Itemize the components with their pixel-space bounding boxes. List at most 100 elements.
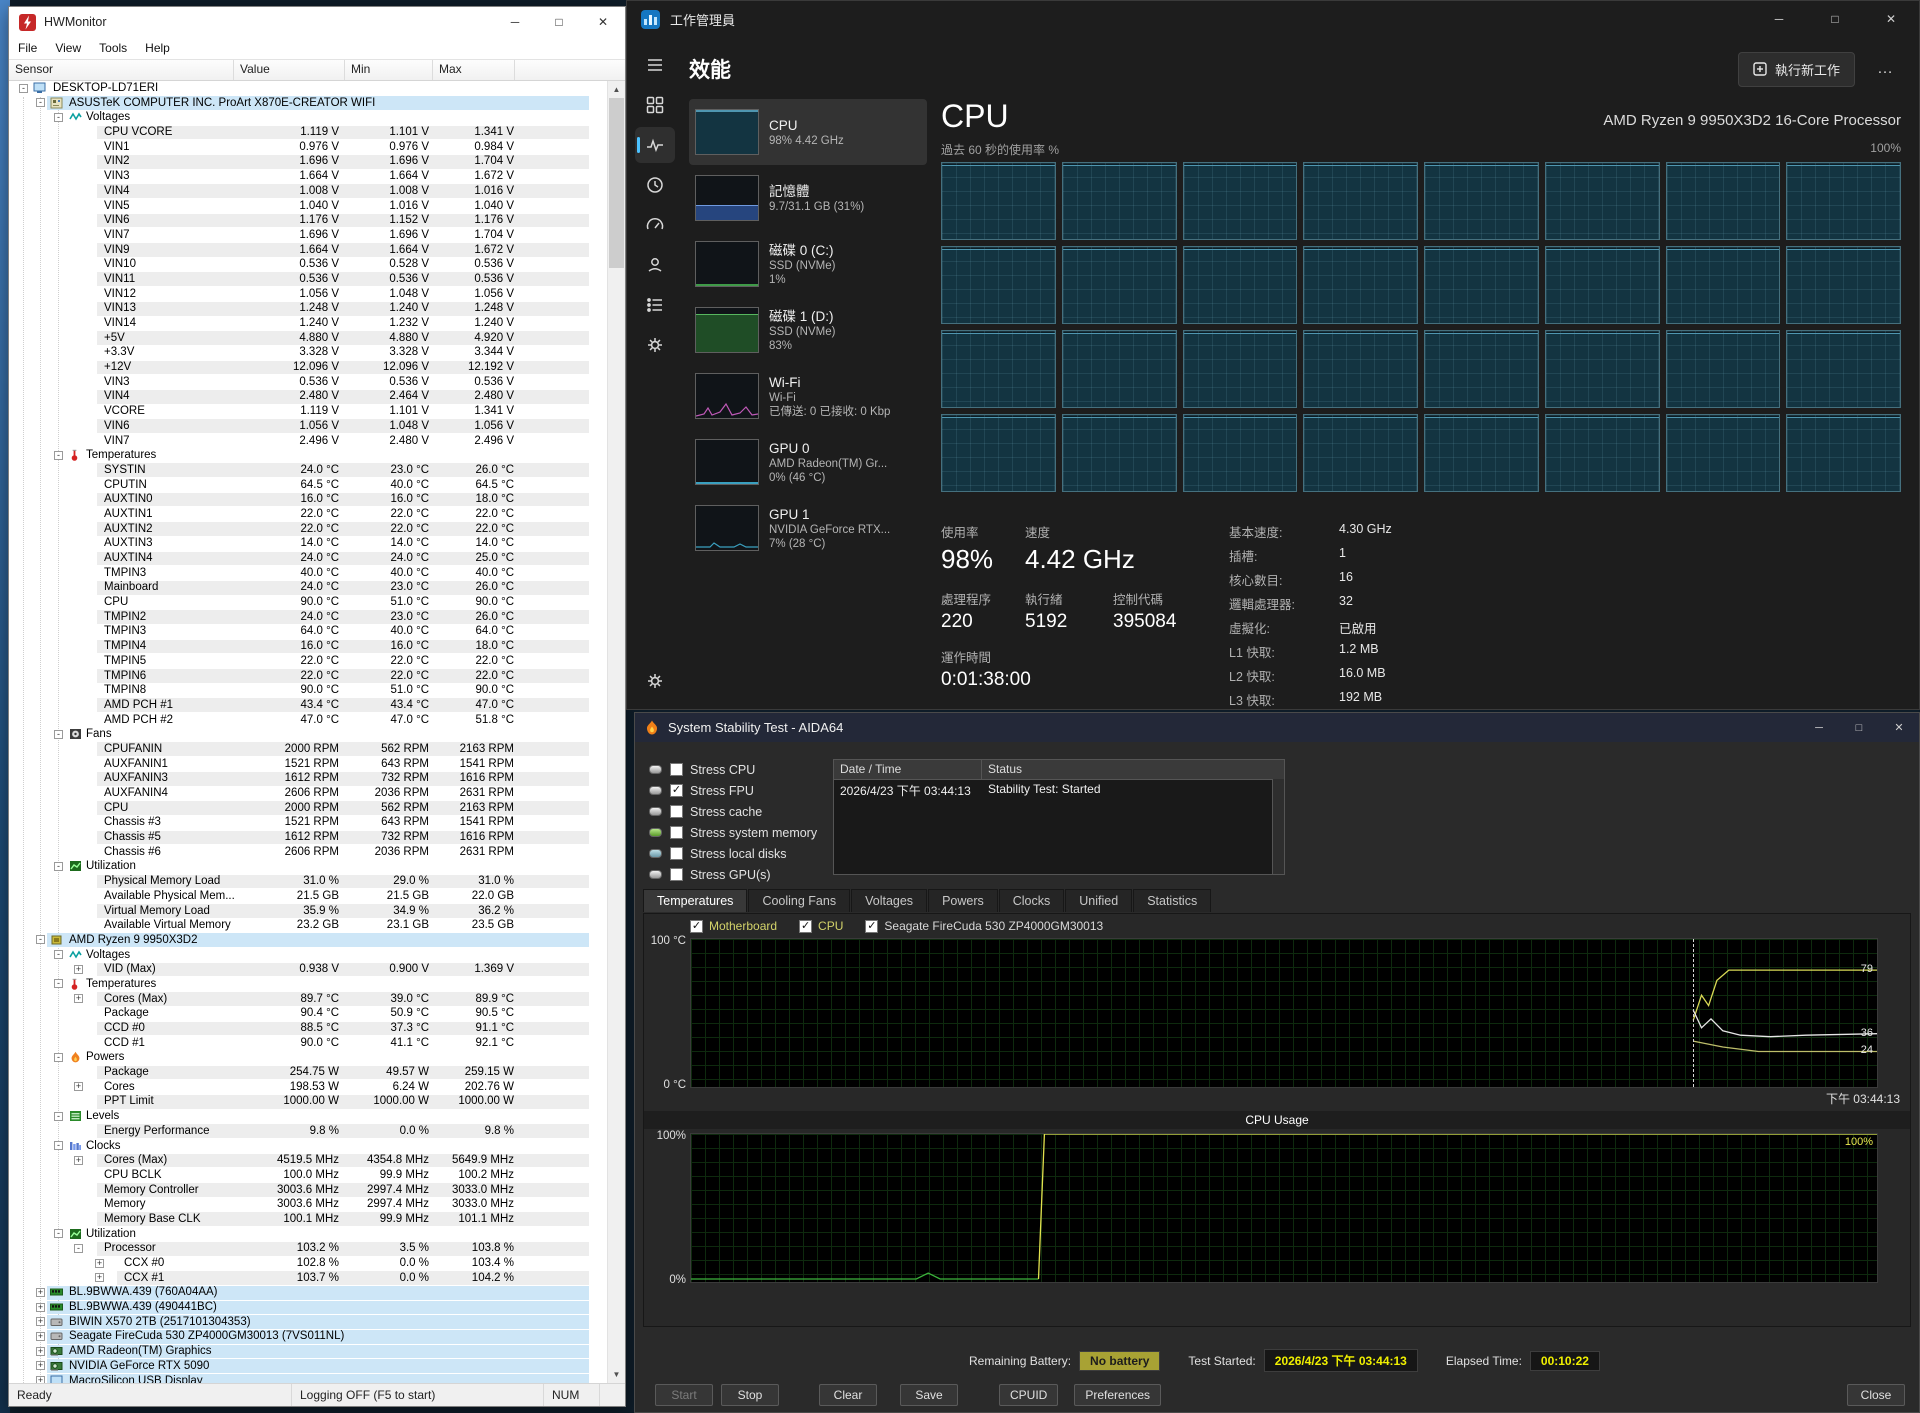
checkbox-unchecked[interactable] (670, 847, 683, 860)
tree-row-sensor[interactable]: VIN42.480 V2.464 V2.480 V (9, 389, 607, 404)
menu-tools[interactable]: Tools (90, 41, 136, 55)
tree-row-sensor[interactable]: AUXTIN122.0 °C22.0 °C22.0 °C (9, 507, 607, 522)
tree-row-sensor[interactable]: Energy Performance9.8 %0.0 %9.8 % (9, 1124, 607, 1139)
rail-item-app-history[interactable] (635, 167, 675, 203)
close-icon[interactable]: ✕ (1879, 713, 1919, 742)
rail-item-details[interactable] (635, 287, 675, 323)
log-column-datetime[interactable]: Date / Time (834, 760, 982, 779)
expand-icon[interactable]: + (36, 1332, 45, 1341)
tree-row-sensor[interactable]: TMPIN364.0 °C40.0 °C64.0 °C (9, 624, 607, 639)
perf-list-item-cpu[interactable]: CPU98% 4.42 GHz (689, 99, 927, 165)
checkbox-checked[interactable]: ✓ (690, 920, 703, 933)
tree-row-category[interactable]: -Voltages (9, 110, 607, 125)
tree-row-sensor[interactable]: Memory Controller3003.6 MHz2997.4 MHz303… (9, 1183, 607, 1198)
tree-row-sensor[interactable]: CPU90.0 °C51.0 °C90.0 °C (9, 595, 607, 610)
tree-row-sensor[interactable]: -Processor103.2 %3.5 %103.8 % (9, 1241, 607, 1256)
expand-icon[interactable]: + (36, 1361, 45, 1370)
tree-row-sensor[interactable]: AMD PCH #247.0 °C47.0 °C51.8 °C (9, 713, 607, 728)
column-max[interactable]: Max (433, 60, 515, 80)
tree-row-sensor[interactable]: VCORE1.119 V1.101 V1.341 V (9, 404, 607, 419)
tree-row-sensor[interactable]: TMPIN890.0 °C51.0 °C90.0 °C (9, 683, 607, 698)
checkbox-checked[interactable]: ✓ (865, 920, 878, 933)
tree-row-sensor[interactable]: Chassis #51612 RPM732 RPM1616 RPM (9, 830, 607, 845)
tab-temperatures[interactable]: Temperatures (643, 889, 747, 912)
collapse-icon[interactable]: - (74, 1244, 83, 1253)
tree-row-category[interactable]: -Temperatures (9, 448, 607, 463)
rail-item-processes[interactable] (635, 87, 675, 123)
tree-row-category[interactable]: -Utilization (9, 859, 607, 874)
tree-row-sensor[interactable]: Package90.4 °C50.9 °C90.5 °C (9, 1006, 607, 1021)
tree-row-sensor[interactable]: VIN61.056 V1.048 V1.056 V (9, 419, 607, 434)
tab-statistics[interactable]: Statistics (1133, 889, 1211, 912)
tree-row-sensor[interactable]: Available Physical Mem...21.5 GB21.5 GB2… (9, 889, 607, 904)
tab-cooling-fans[interactable]: Cooling Fans (748, 889, 850, 912)
checkbox-unchecked[interactable] (670, 763, 683, 776)
tree-row-sensor[interactable]: CPUFANIN2000 RPM562 RPM2163 RPM (9, 742, 607, 757)
tree-row-sensor[interactable]: VIN21.696 V1.696 V1.704 V (9, 154, 607, 169)
tree-row-sensor[interactable]: CCD #190.0 °C41.1 °C92.1 °C (9, 1036, 607, 1051)
tree-row-sensor[interactable]: VIN91.664 V1.664 V1.672 V (9, 243, 607, 258)
clear-button[interactable]: Clear (819, 1384, 877, 1406)
tree-row-category[interactable]: -Powers (9, 1050, 607, 1065)
tree-row-sensor[interactable]: Mainboard24.0 °C23.0 °C26.0 °C (9, 580, 607, 595)
tree-row-sensor[interactable]: VIN31.664 V1.664 V1.672 V (9, 169, 607, 184)
perf-list-item-gpu1[interactable]: GPU 1NVIDIA GeForce RTX...7% (28 °C) (689, 495, 927, 561)
checkbox-unchecked[interactable] (670, 868, 683, 881)
collapse-icon[interactable]: - (54, 730, 63, 739)
rail-item-menu[interactable] (635, 47, 675, 83)
column-value[interactable]: Value (234, 60, 345, 80)
tree-row-sensor[interactable]: VIN71.696 V1.696 V1.704 V (9, 228, 607, 243)
tree-row-sensor[interactable]: VIN10.976 V0.976 V0.984 V (9, 140, 607, 155)
tree-row-category[interactable]: -Temperatures (9, 977, 607, 992)
perf-list-item-wifi[interactable]: Wi-FiWi-Fi已傳送: 0 已接收: 0 Kbp (689, 363, 927, 429)
resize-grip[interactable] (599, 1384, 625, 1406)
vertical-scrollbar[interactable]: ▲ ▼ (607, 81, 625, 1383)
tree-row-sensor[interactable]: AMD PCH #143.4 °C43.4 °C47.0 °C (9, 698, 607, 713)
tree-row-sensor[interactable]: CCD #088.5 °C37.3 °C91.1 °C (9, 1021, 607, 1036)
tree-row-sensor[interactable]: AUXFANIN42606 RPM2036 RPM2631 RPM (9, 786, 607, 801)
close-icon[interactable]: ✕ (1863, 1, 1919, 37)
close-icon[interactable]: ✕ (581, 7, 625, 37)
maximize-icon[interactable]: □ (1839, 713, 1879, 742)
tree-row-sensor[interactable]: VIN110.536 V0.536 V0.536 V (9, 272, 607, 287)
tree-row-device[interactable]: +BIWIN X570 2TB (2517101304353) (9, 1315, 607, 1330)
tree-row-sensor[interactable]: AUXTIN016.0 °C16.0 °C18.0 °C (9, 492, 607, 507)
expand-icon[interactable]: + (36, 1376, 45, 1383)
expand-icon[interactable]: + (95, 1259, 104, 1268)
tree-row-category[interactable]: -Levels (9, 1109, 607, 1124)
tree-row-sensor[interactable]: TMPIN340.0 °C40.0 °C40.0 °C (9, 566, 607, 581)
expand-icon[interactable]: + (74, 965, 83, 974)
menu-view[interactable]: View (46, 41, 90, 55)
tree-row-category[interactable]: -Voltages (9, 948, 607, 963)
maximize-icon[interactable]: □ (537, 7, 581, 37)
tree-row-sensor[interactable]: AUXTIN222.0 °C22.0 °C22.0 °C (9, 522, 607, 537)
preferences-button[interactable]: Preferences (1074, 1384, 1161, 1406)
log-scrollbar[interactable] (1272, 779, 1284, 874)
tree-row-device[interactable]: +BL.9BWWA.439 (490441BC) (9, 1300, 607, 1315)
scroll-down-icon[interactable]: ▼ (608, 1366, 625, 1383)
tab-voltages[interactable]: Voltages (851, 889, 927, 912)
tree-row-device[interactable]: -DESKTOP-LD71ERI (9, 81, 607, 96)
rail-item-services[interactable] (635, 327, 675, 363)
expand-icon[interactable]: + (36, 1288, 45, 1297)
tree-row-sensor[interactable]: PPT Limit1000.00 W1000.00 W1000.00 W (9, 1094, 607, 1109)
cpuid-button[interactable]: CPUID (999, 1384, 1058, 1406)
tree-row-device[interactable]: -AMD Ryzen 9 9950X3D2 (9, 933, 607, 948)
tree-row-sensor[interactable]: AUXTIN314.0 °C14.0 °C14.0 °C (9, 536, 607, 551)
tree-row-sensor[interactable]: AUXFANIN31612 RPM732 RPM1616 RPM (9, 771, 607, 786)
tree-row-sensor[interactable]: +Cores (Max)4519.5 MHz4354.8 MHz5649.9 M… (9, 1153, 607, 1168)
tree-row-sensor[interactable]: +CCX #1103.7 %0.0 %104.2 % (9, 1271, 607, 1286)
tree-row-category[interactable]: -Utilization (9, 1227, 607, 1242)
scroll-up-icon[interactable]: ▲ (608, 81, 625, 98)
tree-row-category[interactable]: -Clocks (9, 1139, 607, 1154)
log-column-status[interactable]: Status (982, 760, 1284, 779)
menu-help[interactable]: Help (136, 41, 179, 55)
tree-row-device[interactable]: +MacroSilicon USB Display (9, 1374, 607, 1384)
expand-icon[interactable]: + (74, 1156, 83, 1165)
tab-clocks[interactable]: Clocks (999, 889, 1065, 912)
collapse-icon[interactable]: - (54, 862, 63, 871)
collapse-icon[interactable]: - (36, 98, 45, 107)
run-new-task-button[interactable]: 執行新工作 (1738, 52, 1855, 87)
minimize-icon[interactable]: ─ (1799, 713, 1839, 742)
tree-row-sensor[interactable]: TMPIN622.0 °C22.0 °C22.0 °C (9, 669, 607, 684)
